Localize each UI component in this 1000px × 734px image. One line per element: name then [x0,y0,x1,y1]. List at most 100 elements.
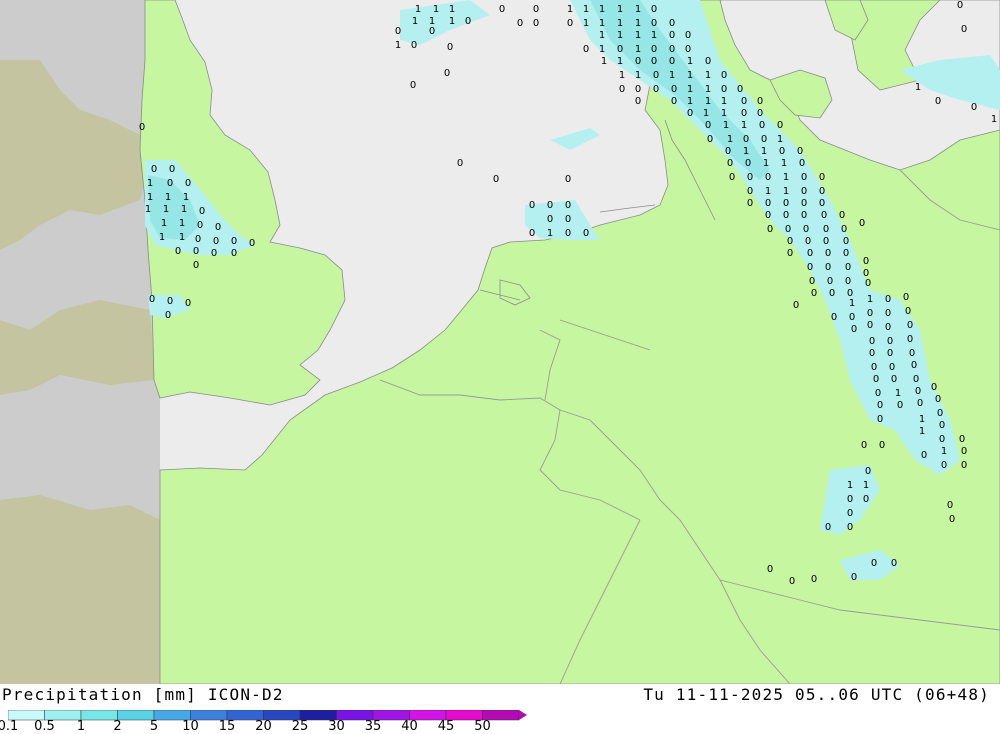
precip-value: 0 [395,26,401,37]
precip-value: 1 [863,480,869,491]
precip-value: 0 [825,522,831,533]
precip-value: 0 [803,224,809,235]
precip-value: 0 [651,56,657,67]
precip-value: 0 [935,96,941,107]
precip-value: 0 [493,174,499,185]
precip-value: 1 [743,146,749,157]
map-footer: Precipitation [mm] ICON-D2 Tu 11-11-2025… [0,684,1000,734]
precip-value: 1 [761,146,767,157]
precip-value: 1 [723,120,729,131]
precip-value: 0 [915,386,921,397]
precip-value: 1 [763,158,769,169]
precip-value: 0 [565,214,571,225]
precip-value: 0 [705,56,711,67]
precip-value: 0 [801,186,807,197]
precip-value: 1 [765,186,771,197]
precip-value: 0 [863,494,869,505]
legend-label: 35 [364,719,382,734]
precip-value: 1 [895,388,901,399]
legend-label: 30 [328,719,345,734]
precip-value: 0 [793,300,799,311]
legend-label: 25 [291,719,309,734]
precip-value: 0 [213,236,219,247]
precipitation-map: 1111110010000000001111100111100111100010… [0,0,1000,685]
precip-value: 1 [703,108,709,119]
precip-value: 1 [601,56,607,67]
precip-value: 1 [163,204,169,215]
precip-value: 1 [847,480,853,491]
precip-value: 1 [449,4,455,15]
precip-value: 0 [741,96,747,107]
precip-value: 0 [819,172,825,183]
precip-value: 0 [785,224,791,235]
precip-value: 0 [789,576,795,587]
precip-value: 0 [669,30,675,41]
precip-value: 0 [889,362,895,373]
precip-value: 1 [651,30,657,41]
precip-value: 1 [395,40,401,51]
legend-label: 2 [113,719,122,734]
precip-value: 1 [781,158,787,169]
precip-value: 0 [185,298,191,309]
precip-value: 0 [847,508,853,519]
precip-value: 0 [635,84,641,95]
precip-value: 1 [635,30,641,41]
precip-value: 0 [765,198,771,209]
precip-value: 0 [907,334,913,345]
precip-value: 1 [145,204,151,215]
precip-value: 0 [583,44,589,55]
precip-value: 0 [877,400,883,411]
precip-value: 1 [919,426,925,437]
precip-value: 0 [859,218,865,229]
precip-value: 0 [547,214,553,225]
precip-value: 0 [193,260,199,271]
precip-value: 0 [821,210,827,221]
precip-value: 1 [179,232,185,243]
precip-value: 1 [783,172,789,183]
precip-value: 0 [877,414,883,425]
precip-value: 0 [151,164,157,175]
precip-value: 0 [921,450,927,461]
precip-value: 0 [865,466,871,477]
precip-value: 0 [635,56,641,67]
precip-value: 1 [165,192,171,203]
precip-value: 0 [911,360,917,371]
precip-value: 0 [745,158,751,169]
precip-value: 0 [869,348,875,359]
precip-value: 0 [215,222,221,233]
precip-value: 1 [687,56,693,67]
precip-value: 0 [193,246,199,257]
precip-value: 0 [619,84,625,95]
precip-value: 0 [917,398,923,409]
precip-value: 0 [169,164,175,175]
precip-value: 0 [935,394,941,405]
precip-value: 0 [747,186,753,197]
precip-value: 1 [547,228,553,239]
legend-label: 20 [255,719,272,734]
precip-value: 1 [617,56,623,67]
precip-value: 0 [887,336,893,347]
precip-value: 0 [971,102,977,113]
precip-value: 0 [685,44,691,55]
precip-value: 1 [783,186,789,197]
precip-value: 1 [567,4,573,15]
legend-label: 50 [474,719,491,734]
precip-value: 1 [705,96,711,107]
precip-value: 0 [913,374,919,385]
precip-value: 1 [867,294,873,305]
precip-value: 0 [721,70,727,81]
legend-label: 15 [218,719,236,734]
precip-value: 0 [787,248,793,259]
precip-value: 0 [897,400,903,411]
precip-value: 0 [931,382,937,393]
precip-value: 0 [957,0,963,11]
legend-swatch [80,709,118,721]
precip-value: 0 [841,224,847,235]
precip-value: 0 [167,296,173,307]
precip-value: 0 [801,198,807,209]
precip-value: 0 [757,96,763,107]
precip-value: 1 [687,70,693,81]
precip-value: 0 [185,178,191,189]
precip-value: 0 [195,234,201,245]
precip-value: 0 [139,122,145,133]
